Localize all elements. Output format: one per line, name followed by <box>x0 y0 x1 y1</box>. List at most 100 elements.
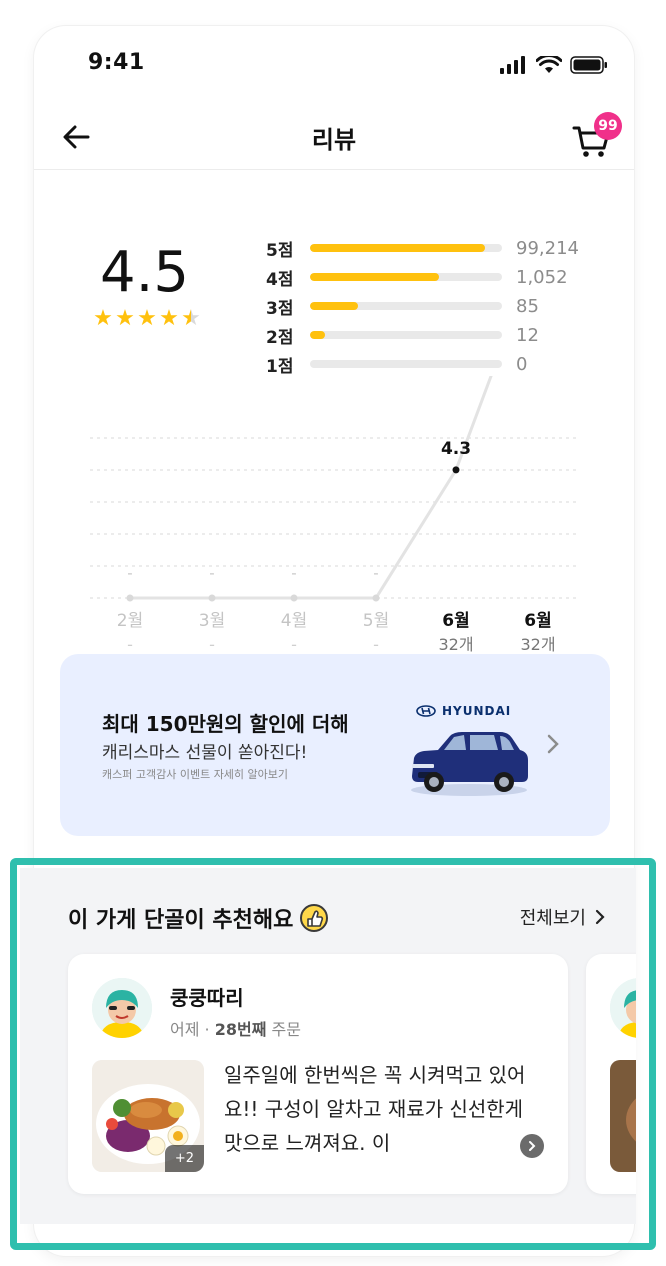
review-date: 어제 <box>170 1020 200 1039</box>
status-bar: 9:41 <box>34 26 634 106</box>
distribution-label: 1점 <box>266 356 294 377</box>
banner-title: 최대 150만원의 할인에 더해 <box>102 712 349 736</box>
x-sub-label: 32개 <box>438 635 473 654</box>
trend-line <box>130 376 493 600</box>
thumbs-up-icon <box>300 904 329 932</box>
signal-icon <box>500 56 525 74</box>
data-label: 4.3 <box>441 439 471 459</box>
data-label: - <box>127 564 132 582</box>
x-tick-label: 3월 <box>199 611 225 631</box>
page-title: 리뷰 <box>311 126 357 154</box>
cart-button[interactable]: 99 <box>570 112 622 160</box>
distribution-label: 3점 <box>266 298 294 319</box>
distribution-count: 85 <box>516 295 539 317</box>
data-point <box>290 594 298 602</box>
x-sub-label: - <box>209 635 215 654</box>
see-all-label: 전체보기 <box>519 908 586 929</box>
read-more-button[interactable] <box>520 1134 544 1158</box>
car-image <box>411 732 528 796</box>
star-half-icon: ★ <box>181 306 201 331</box>
data-point <box>452 466 460 474</box>
rating-distribution-row: 5점 99,214 <box>266 236 596 261</box>
star-full-icon: ★ <box>159 306 179 331</box>
distribution-bar-fill <box>310 302 358 310</box>
avatar <box>610 978 636 1038</box>
section-title-text: 이 가게 단골이 추천해요 <box>68 908 294 933</box>
x-sub-label: 32개 <box>520 635 555 654</box>
distribution-bar-fill <box>310 273 439 281</box>
promo-banner[interactable]: 최대 150만원의 할인에 더해 캐리스마스 선물이 쏟아진다! 캐스퍼 고객감… <box>60 654 610 836</box>
distribution-label: 4점 <box>266 269 294 290</box>
data-label: - <box>373 564 378 582</box>
x-sub-label: - <box>291 635 297 654</box>
distribution-label: 5점 <box>266 240 294 261</box>
x-tick-label: 5월 <box>363 611 389 631</box>
x-tick-label: 6월 <box>524 611 551 631</box>
distribution-bar-fill <box>310 331 326 339</box>
data-point <box>208 594 216 602</box>
distribution-bar-track <box>310 273 502 281</box>
distribution-count: 1,052 <box>516 266 568 288</box>
chevron-right-icon <box>529 1141 536 1151</box>
wifi-icon <box>536 56 562 73</box>
average-rating: 4.5 <box>100 240 190 305</box>
avatar <box>92 978 152 1038</box>
review-card[interactable]: 쿵쿵따리 어제 · 28번째 주문 +2 일주일에 한번씩은 꼭 시켜먹고 있어… <box>68 954 568 1194</box>
star-full-icon: ★ <box>115 306 135 331</box>
distribution-bar-fill <box>310 244 485 252</box>
review-photo[interactable] <box>610 1060 636 1172</box>
star-full-icon: ★ <box>137 306 157 331</box>
top-nav: 리뷰 99 <box>34 106 634 170</box>
distribution-bar-track <box>310 331 502 339</box>
data-label: - <box>291 564 296 582</box>
distribution-count: 99,214 <box>516 237 579 259</box>
hyundai-logo-icon <box>416 705 436 717</box>
more-photos-count: +2 <box>164 1145 204 1172</box>
x-sub-label: - <box>373 635 379 654</box>
x-tick-label: 2월 <box>117 611 143 631</box>
x-tick-label: 6월 <box>442 611 469 631</box>
section-title: 이 가게 단골이 추천해요 <box>68 902 329 934</box>
distribution-bar-track <box>310 360 502 368</box>
distribution-bar-track <box>310 244 502 252</box>
regular-recommend-section: 이 가게 단골이 추천해요 전체보기 쿵쿵따리 어제 · 28번째 주문 +2 … <box>20 868 636 1224</box>
x-sub-label: - <box>127 635 133 654</box>
chevron-right-icon <box>547 734 559 754</box>
banner-subtitle: 캐리스마스 선물이 쏟아진다! <box>102 743 308 763</box>
distribution-label: 2점 <box>266 327 294 348</box>
banner-note: 캐스퍼 고객감사 이벤트 자세히 알아보기 <box>102 768 289 781</box>
review-text: 일주일에 한번씩은 꼭 시켜먹고 있어요!! 구성이 알차고 재료가 신선한게 … <box>224 1063 526 1155</box>
distribution-bar-track <box>310 302 502 310</box>
status-icons <box>500 54 608 74</box>
rating-distribution-row: 3점 85 <box>266 294 596 319</box>
review-photo[interactable]: +2 <box>92 1060 204 1172</box>
rating-distribution-row: 4점 1,052 <box>266 265 596 290</box>
reviewer-meta: 어제 · 28번째 주문 <box>170 1016 301 1040</box>
rating-distribution-row: 1점 0 <box>266 352 596 377</box>
order-suffix: 주문 <box>271 1020 301 1039</box>
chevron-right-icon <box>595 909 605 925</box>
status-time: 9:41 <box>88 50 145 75</box>
cart-count-badge: 99 <box>594 112 622 140</box>
data-point <box>126 594 134 602</box>
meta-separator: · <box>204 1020 215 1039</box>
rating-trend-chart: -2월--3월--4월--5월-4.36월32개4.96월32개 <box>90 376 580 654</box>
reviewer-name: 쿵쿵따리 <box>170 986 244 1010</box>
avatar-illustration-icon <box>92 978 152 1038</box>
data-label: - <box>209 564 214 582</box>
banner-brand-name: HYUNDAI <box>442 704 512 718</box>
rating-stars: ★ ★ ★ ★ ★ <box>92 306 202 331</box>
distribution-count: 0 <box>516 353 528 375</box>
star-full-icon: ★ <box>93 306 113 331</box>
avatar-illustration-icon <box>610 978 636 1038</box>
rating-summary: 4.5 ★ ★ ★ ★ ★ 5점 99,214 4점 1,052 3점 85 2점 12 1점 0 <box>34 202 634 377</box>
data-point <box>372 594 380 602</box>
review-card-next[interactable] <box>586 954 636 1194</box>
food-photo-icon <box>610 1060 636 1172</box>
x-tick-label: 4월 <box>281 611 307 631</box>
distribution-count: 12 <box>516 324 539 346</box>
rating-distribution-row: 2점 12 <box>266 323 596 348</box>
battery-icon <box>570 56 607 74</box>
see-all-link[interactable]: 전체보기 <box>520 904 606 930</box>
order-count: 28번째 <box>214 1020 267 1039</box>
